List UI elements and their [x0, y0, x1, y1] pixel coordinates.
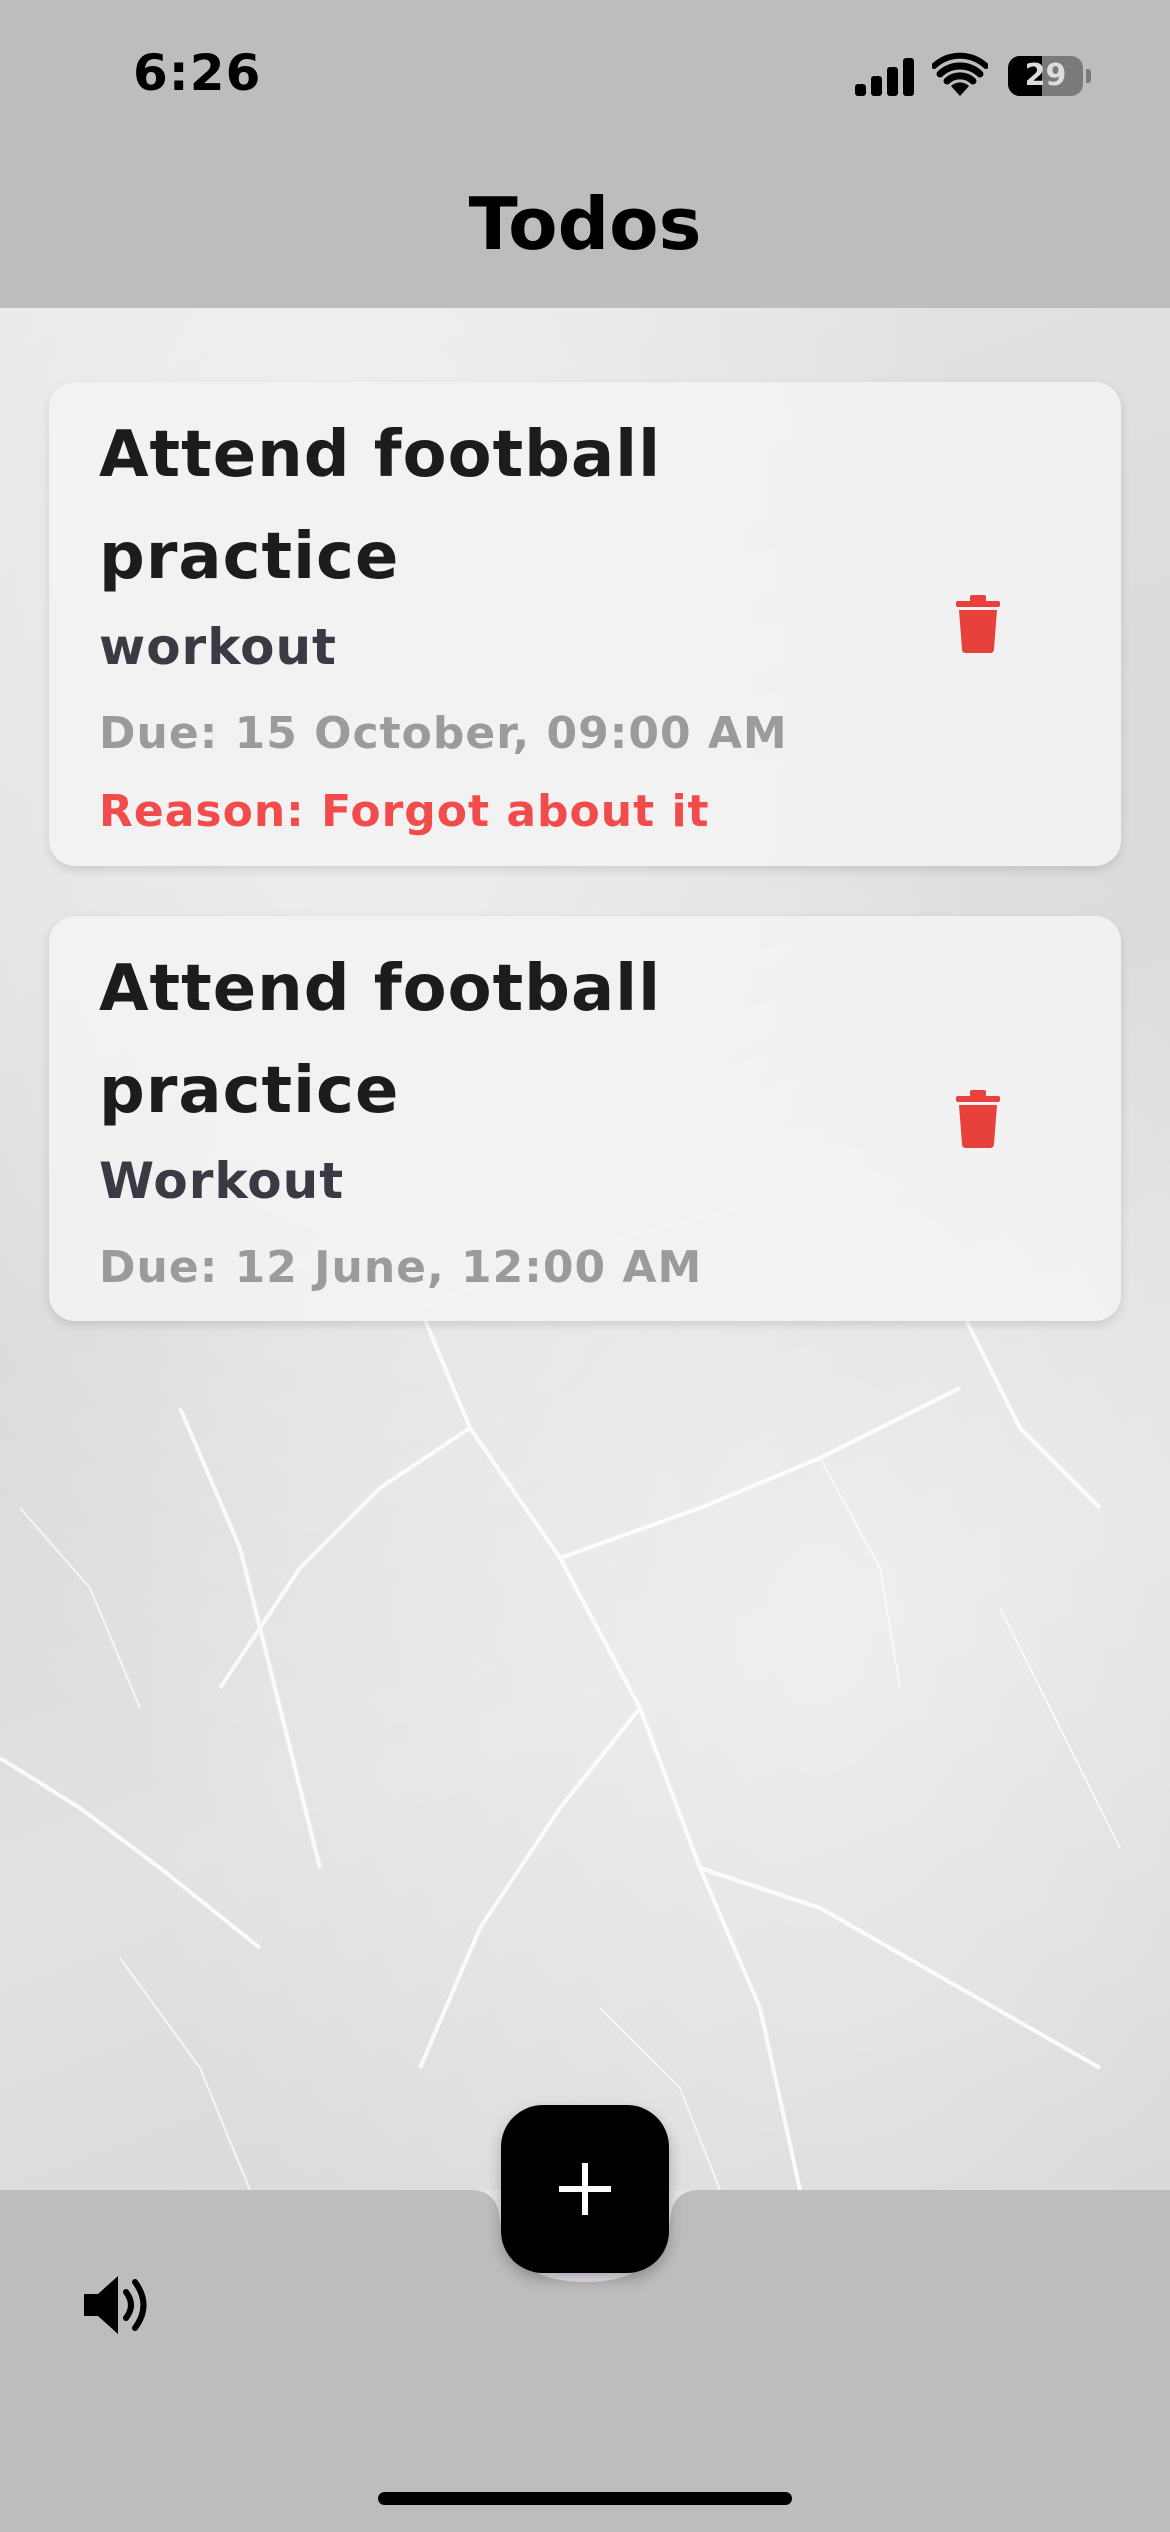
todo-card[interactable]: Attend football practice Workout Due: 12…	[49, 916, 1121, 1321]
todo-title: Attend football practice	[99, 418, 662, 594]
battery-icon: 29	[1008, 56, 1091, 96]
todo-due-date: Due: 15 October, 09:00 AM	[99, 708, 788, 759]
status-bar: 6:26 29	[0, 0, 1170, 150]
page-title: Todos	[468, 182, 702, 266]
wifi-icon	[932, 52, 988, 96]
speaker-icon[interactable]	[82, 2272, 154, 2338]
todo-title: Attend football practice	[99, 952, 662, 1128]
todo-category: Workout	[99, 1152, 345, 1210]
battery-level: 29	[1024, 58, 1067, 93]
todo-reason: Reason: Forgot about it	[99, 786, 710, 837]
status-time: 6:26	[133, 44, 262, 102]
todo-category: workout	[99, 618, 337, 676]
add-todo-button[interactable]	[501, 2105, 669, 2273]
cellular-signal-icon	[855, 56, 915, 96]
todo-due-date: Due: 12 June, 12:00 AM	[99, 1242, 703, 1293]
todo-card[interactable]: Attend football practice workout Due: 15…	[49, 382, 1121, 866]
home-indicator[interactable]	[378, 2492, 792, 2505]
trash-icon[interactable]	[956, 595, 1000, 653]
plus-icon	[559, 2163, 611, 2215]
trash-icon[interactable]	[956, 1090, 1000, 1148]
